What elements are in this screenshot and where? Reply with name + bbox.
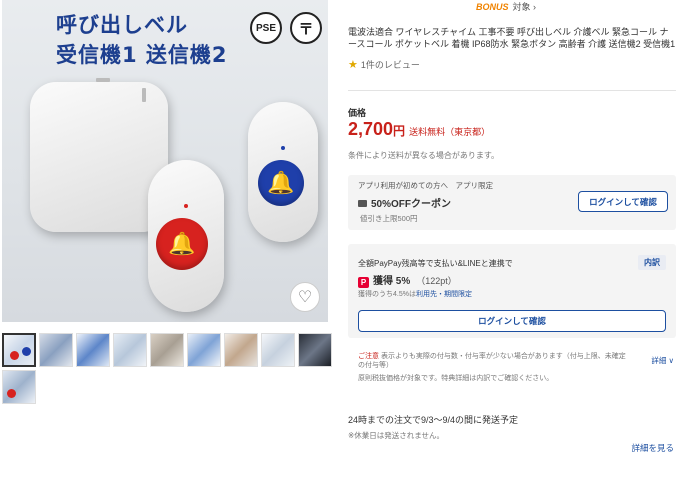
image-title-line1: 呼び出しベル: [56, 13, 188, 37]
thumb-dot: [22, 347, 31, 356]
price-label: 価格: [348, 108, 367, 118]
thumbnail-6[interactable]: [187, 333, 221, 367]
ship-date: 24時までの注文で9/3〜9/4の間に発送予定: [348, 415, 519, 425]
thumb-dot: [7, 389, 16, 398]
plug-prong: [96, 78, 110, 82]
transmitter-blue: 🔔: [248, 102, 318, 242]
coupon-sub: 値引き上限500円: [360, 214, 418, 223]
holiday-note: ※休業日は発送されません。: [348, 431, 445, 440]
thumbnail-5[interactable]: [150, 333, 184, 367]
bonus-link[interactable]: BONUS 対象 ›: [476, 0, 536, 13]
image-title-line2: 受信機1 送信機2: [56, 43, 228, 67]
caution-note: ご注意 表示よりも実際の付与数・付与率が少ない場合があります（付与上限、未確定の…: [358, 352, 630, 370]
thumbnail-1[interactable]: [2, 333, 36, 367]
tax-note: 原則税抜価格が対象です。特典詳細は内訳でご確認ください。: [358, 375, 554, 382]
favorite-button[interactable]: ♡: [290, 282, 320, 312]
paypay-note: 獲得のうち4.5%は利用先・期間限定: [358, 289, 472, 299]
heart-icon: ♡: [297, 289, 313, 306]
caution-title: ご注意: [358, 353, 379, 360]
earn-points: （122pt）: [416, 276, 457, 286]
pse-mark-icon: PSE: [250, 12, 282, 44]
coupon-title: 50%OFFクーポン: [358, 195, 451, 210]
caution-detail-link[interactable]: 詳細 ∨: [651, 355, 674, 366]
caution-text: 表示よりも実際の付与数・付与率が少ない場合があります（付与上限、未確定の付与等）: [358, 353, 626, 369]
paypay-note-text: 獲得のうち4.5%は: [358, 291, 416, 298]
price-currency: 円: [393, 124, 406, 138]
plug-prong: [142, 88, 146, 102]
breakdown-button[interactable]: 内訳: [638, 255, 666, 270]
thumbnail-9[interactable]: [298, 333, 332, 367]
thumbnail-4[interactable]: [113, 333, 147, 367]
paypay-login-button[interactable]: ログインして確認: [358, 310, 666, 332]
telec-mark-icon: 〒: [290, 12, 322, 44]
coupon-box: アプリ利用が初めての方へ アプリ限定 50%OFFクーポン 値引き上限500円 …: [348, 175, 676, 230]
thumbnail-10[interactable]: [2, 370, 36, 404]
divider: [348, 90, 676, 91]
coupon-tags: アプリ利用が初めての方へ アプリ限定: [358, 181, 493, 190]
coupon-login-button[interactable]: ログインして確認: [578, 191, 668, 212]
telec-mark-text: 〒: [298, 20, 314, 38]
shipping-note: 条件により送料が異なる場合があります。: [348, 151, 500, 160]
bell-icon: 🔔: [156, 218, 208, 270]
star-icon: ★: [348, 59, 358, 71]
thumbnail-2[interactable]: [39, 333, 73, 367]
coupon-icon: [358, 200, 367, 207]
image-title: 呼び出しベル 受信機1 送信機2: [56, 10, 228, 70]
bonus-text: 対象 ›: [512, 2, 537, 12]
review-link[interactable]: ★ 1件のレビュー: [348, 58, 420, 71]
price-value: 2,700: [348, 119, 394, 139]
delivery-detail-link[interactable]: 詳細を見る: [631, 442, 674, 454]
paypay-head: 全額PayPay残高等で支払い&LINEと連携で: [358, 259, 513, 268]
bell-icon: 🔔: [258, 160, 304, 206]
paypay-icon: P: [358, 277, 369, 288]
paypay-box: 全額PayPay残高等で支払い&LINEと連携で 内訳 P 獲得 5% （122pt…: [348, 244, 676, 338]
earn-label: 獲得 5%: [373, 276, 411, 287]
product-title: 電波法適合 ワイヤレスチャイム 工事不要 呼び出しベル 介護ベル 緊急コール ナ…: [348, 27, 676, 49]
thumb-dot: [10, 351, 19, 360]
review-text: 1件のレビュー: [360, 60, 420, 70]
thumbnail-3[interactable]: [76, 333, 110, 367]
transmitter-red: 🔔: [148, 160, 224, 312]
thumbnail-7[interactable]: [224, 333, 258, 367]
bonus-label: BONUS: [476, 2, 509, 12]
thumbnail-8[interactable]: [261, 333, 295, 367]
price-row: 2,700円 送料無料（東京都）: [348, 119, 490, 140]
product-main-image[interactable]: 呼び出しベル 受信機1 送信機2 PSE 〒 🔔 🔔 ♡: [2, 0, 328, 322]
paypay-earn: P 獲得 5% （122pt）: [358, 272, 457, 288]
led-indicator: [281, 146, 285, 150]
shipping-text: 送料無料（東京都）: [409, 127, 491, 137]
coupon-title-text: 50%OFFクーポン: [371, 199, 452, 210]
led-indicator: [184, 204, 188, 208]
paypay-note-link[interactable]: 利用先・期間限定: [416, 291, 472, 298]
pse-mark-text: PSE: [255, 22, 276, 34]
